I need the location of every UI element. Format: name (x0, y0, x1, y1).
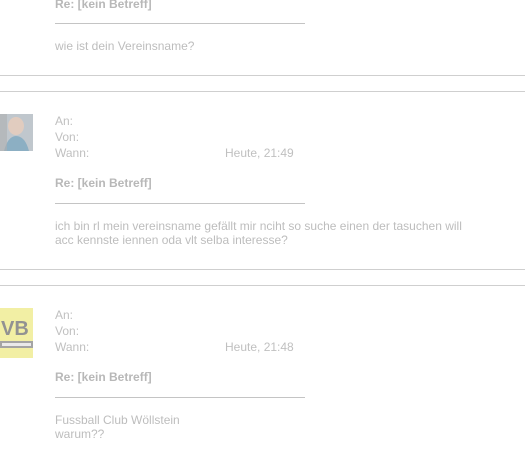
message-separator (0, 269, 525, 270)
message-timestamp: Heute, 21:49 (225, 146, 294, 160)
message-timestamp: Heute, 21:48 (225, 340, 294, 354)
message-body-line: acc kennste iennen oda vlt selba interes… (55, 233, 288, 247)
subject-divider (55, 23, 305, 24)
bvb-logo-icon: VB (0, 308, 33, 358)
message-body: wie ist dein Vereinsname? (55, 39, 195, 53)
message-separator (0, 91, 525, 92)
message-body-line: warum?? (55, 427, 105, 441)
from-label: Von: (55, 130, 80, 144)
when-label: Wann: (55, 340, 90, 354)
message-separator (0, 285, 525, 286)
message-subject[interactable]: Re: [kein Betreff] (55, 370, 152, 384)
to-label: An: (55, 114, 74, 128)
when-label: Wann: (55, 146, 90, 160)
message-body: Fussball Club Wöllstein warum?? (55, 413, 495, 441)
sender-avatar[interactable] (0, 114, 33, 151)
message-separator (0, 75, 525, 76)
message-body-line: Fussball Club Wöllstein (55, 413, 180, 427)
avatar-photo-icon (0, 114, 33, 151)
message-body: ich bin rl mein vereinsname gefällt mir … (55, 219, 495, 247)
subject-divider (55, 397, 305, 398)
from-label: Von: (55, 324, 80, 338)
message-subject: Re: [kein Betreff] (55, 0, 152, 11)
message-body-line: ich bin rl mein vereinsname gefällt mir … (55, 219, 462, 233)
svg-text:VB: VB (1, 318, 29, 340)
subject-divider (55, 203, 305, 204)
message-subject[interactable]: Re: [kein Betreff] (55, 176, 152, 190)
to-label: An: (55, 308, 74, 322)
sender-avatar[interactable]: VB (0, 308, 33, 358)
